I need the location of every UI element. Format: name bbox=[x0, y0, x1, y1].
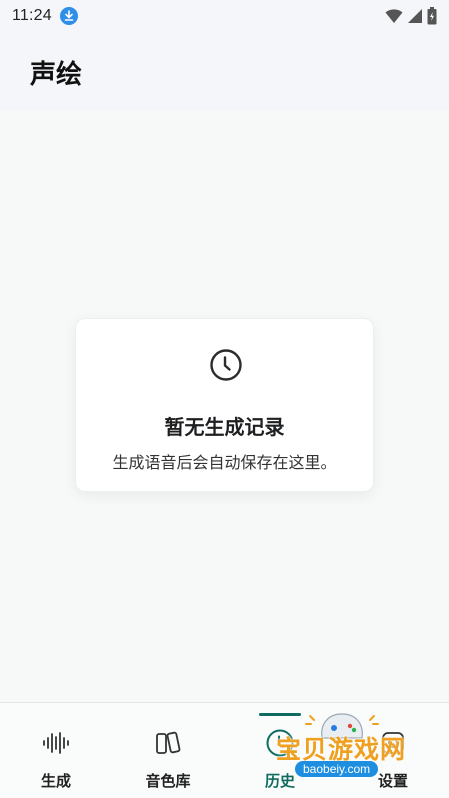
nav-label-voice-library: 音色库 bbox=[145, 772, 191, 790]
cell-signal-icon bbox=[408, 9, 422, 23]
watermark-logo: 宝贝游戏网 baobeiy.com bbox=[270, 706, 420, 794]
status-icons bbox=[385, 7, 437, 25]
wifi-icon bbox=[385, 9, 403, 23]
download-icon bbox=[59, 7, 78, 25]
library-icon bbox=[153, 730, 183, 756]
waveform-icon bbox=[41, 730, 71, 756]
empty-state-card: 暂无生成记录 生成语音后会自动保存在这里。 bbox=[75, 318, 374, 492]
clock-icon bbox=[210, 349, 242, 381]
nav-item-voice-library[interactable]: 音色库 bbox=[112, 703, 224, 798]
page-title: 声绘 bbox=[30, 60, 83, 90]
empty-state-title: 暂无生成记录 bbox=[164, 415, 285, 439]
nav-label-generate: 生成 bbox=[40, 772, 71, 790]
battery-icon bbox=[427, 7, 437, 25]
status-time: 11:24 bbox=[12, 7, 52, 24]
empty-state-subtitle: 生成语音后会自动保存在这里。 bbox=[112, 453, 337, 472]
app-header: 声绘 bbox=[0, 32, 449, 110]
status-bar: 11:24 bbox=[0, 0, 449, 32]
watermark-url: baobeiy.com bbox=[295, 761, 379, 777]
nav-item-generate[interactable]: 生成 bbox=[0, 703, 112, 798]
